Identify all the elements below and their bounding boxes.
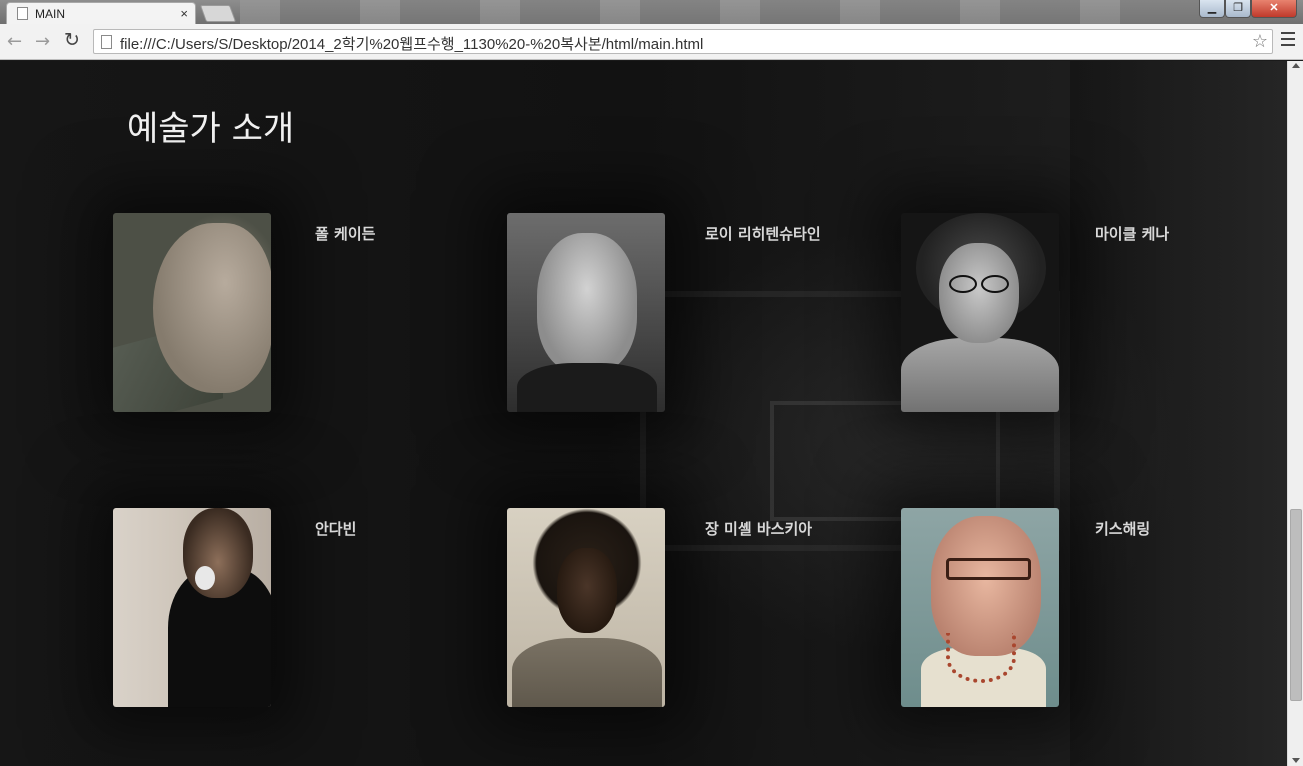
address-url[interactable]: file:///C:/Users/S/Desktop/2014_2학기%20웹프… [120, 33, 703, 54]
artist-name[interactable]: 폴 케이든 [315, 223, 375, 244]
back-arrow-icon[interactable]: ← [7, 31, 22, 52]
file-page-icon [101, 35, 112, 49]
artist-photo[interactable] [901, 213, 1059, 412]
artist-name[interactable]: 키스해링 [1095, 518, 1150, 539]
artist-name[interactable]: 안다빈 [315, 518, 356, 539]
page-icon [17, 7, 28, 20]
artist-photo[interactable] [113, 508, 271, 707]
window-close-button[interactable]: ✕ [1251, 0, 1297, 18]
desktop-background [240, 0, 1200, 24]
browser-tabstrip: MAIN × ▁ ❐ ✕ [0, 0, 1303, 24]
browser-toolbar: ← → ↻ file:///C:/Users/S/Desktop/2014_2학… [0, 24, 1303, 60]
artist-photo[interactable] [901, 508, 1059, 707]
artist-photo[interactable] [113, 213, 271, 412]
forward-arrow-icon[interactable]: → [35, 31, 50, 52]
address-bar[interactable]: file:///C:/Users/S/Desktop/2014_2학기%20웹프… [93, 29, 1273, 54]
artist-photo[interactable] [507, 508, 665, 707]
window-maximize-button[interactable]: ❐ [1225, 0, 1251, 18]
window-minimize-button[interactable]: ▁ [1199, 0, 1225, 18]
artist-photo[interactable] [507, 213, 665, 412]
page-viewport: 예술가 소개 폴 케이든 로이 리히텐슈타인 마이클 케나 안다빈 장 미셸 바… [0, 61, 1287, 766]
tab-close-icon[interactable]: × [180, 6, 188, 21]
artist-card[interactable]: 장 미셸 바스키아 [507, 508, 867, 708]
hamburger-menu-icon[interactable] [1281, 32, 1295, 50]
reload-icon[interactable]: ↻ [64, 29, 80, 51]
tab-title: MAIN [35, 7, 65, 21]
scroll-up-arrow-icon[interactable] [1292, 63, 1300, 68]
scroll-down-arrow-icon[interactable] [1292, 758, 1300, 763]
artist-card[interactable]: 안다빈 [113, 508, 473, 708]
artist-name[interactable]: 로이 리히텐슈타인 [705, 223, 821, 244]
page-title: 예술가 소개 [127, 109, 295, 149]
background-sketch-drawing [770, 401, 1000, 521]
scroll-thumb[interactable] [1290, 509, 1302, 701]
artist-name[interactable]: 마이클 케나 [1095, 223, 1169, 244]
artist-card[interactable]: 폴 케이든 [113, 213, 473, 413]
artist-card[interactable]: 키스해링 [901, 508, 1261, 708]
browser-tab-main[interactable]: MAIN × [6, 2, 196, 24]
page-scrollbar[interactable] [1287, 61, 1303, 766]
artist-card[interactable]: 마이클 케나 [901, 213, 1261, 413]
artist-card[interactable]: 로이 리히텐슈타인 [507, 213, 867, 413]
artist-name[interactable]: 장 미셸 바스키아 [705, 518, 812, 539]
bookmark-star-icon[interactable]: ☆ [1252, 31, 1268, 52]
new-tab-button[interactable] [199, 5, 237, 22]
